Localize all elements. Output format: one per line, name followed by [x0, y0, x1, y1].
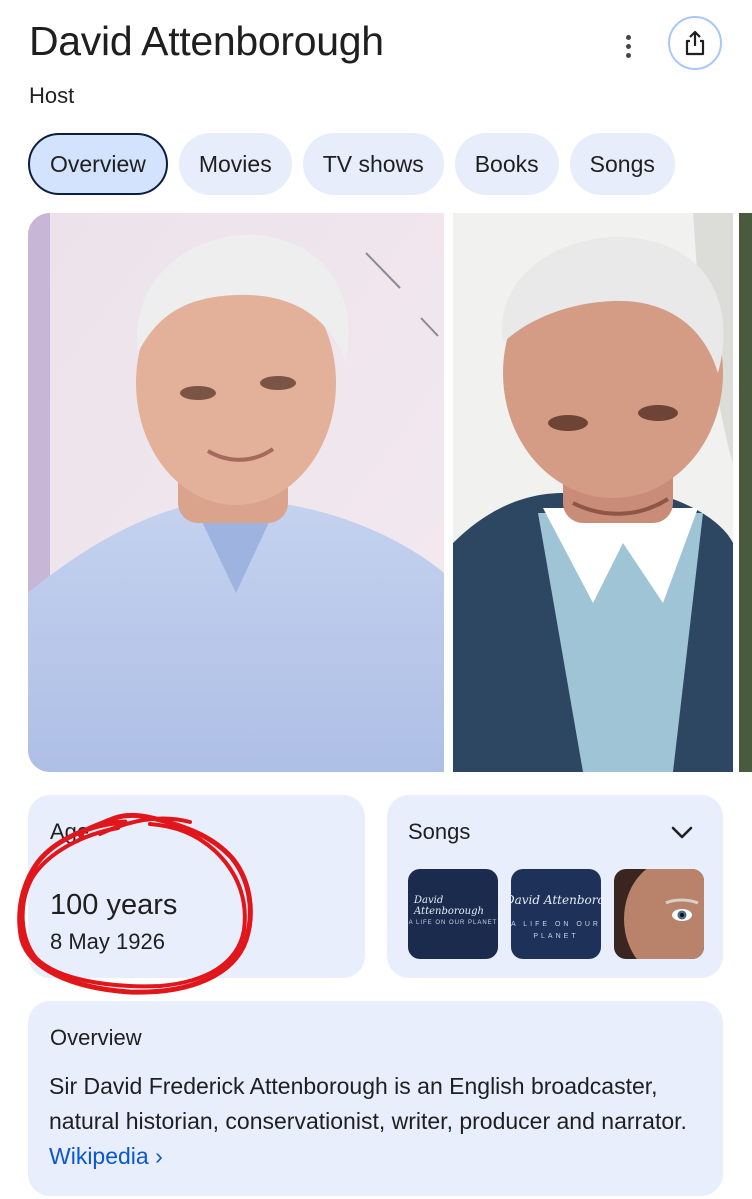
- portrait-image-3[interactable]: [739, 213, 752, 772]
- tab-movies[interactable]: Movies: [178, 133, 292, 195]
- chevron-right-icon: ›: [155, 1143, 163, 1169]
- more-vert-icon: [625, 34, 631, 40]
- wikipedia-link[interactable]: Wikipedia ›: [49, 1143, 163, 1169]
- portrait-illustration: [453, 213, 733, 772]
- tab-tv-shows[interactable]: TV shows: [302, 133, 444, 195]
- share-button[interactable]: [668, 16, 722, 70]
- song-thumb-title: David Attenborough: [414, 895, 484, 917]
- songs-label: Songs: [408, 819, 471, 844]
- overview-label: Overview: [50, 1025, 142, 1050]
- share-icon: [685, 30, 705, 56]
- overview-description: Sir David Frederick Attenborough is an E…: [49, 1069, 689, 1174]
- face-closeup-illustration: [614, 869, 704, 959]
- page-subtitle: Host: [29, 83, 75, 108]
- song-thumbnail-3[interactable]: [614, 869, 704, 959]
- annotation-scribble-circle: [17, 812, 253, 995]
- song-thumbnail-2[interactable]: David Attenborough A LIFE ON OUR PLANET: [511, 869, 601, 959]
- tab-bar: Overview Movies TV shows Books Songs: [28, 133, 675, 195]
- overview-text: Sir David Frederick Attenborough is an E…: [49, 1073, 687, 1134]
- chevron-down-icon[interactable]: [669, 822, 695, 842]
- tab-overview[interactable]: Overview: [28, 133, 168, 195]
- song-thumb-subtitle: A LIFE ON OUR PLANET: [408, 920, 498, 926]
- song-thumb-subtitle: A LIFE ON OUR PLANET: [511, 921, 601, 940]
- tab-books[interactable]: Books: [454, 133, 559, 195]
- tab-songs[interactable]: Songs: [569, 133, 675, 195]
- page-title: David Attenborough: [29, 18, 384, 64]
- portrait-illustration: [28, 213, 444, 772]
- song-thumbnail-1[interactable]: David Attenborough A LIFE ON OUR PLANET: [408, 869, 498, 959]
- portrait-image-2[interactable]: [453, 213, 733, 772]
- more-options-button[interactable]: [614, 30, 642, 62]
- portrait-image-1[interactable]: [28, 213, 444, 772]
- song-thumb-title: David Attenborough: [511, 893, 601, 907]
